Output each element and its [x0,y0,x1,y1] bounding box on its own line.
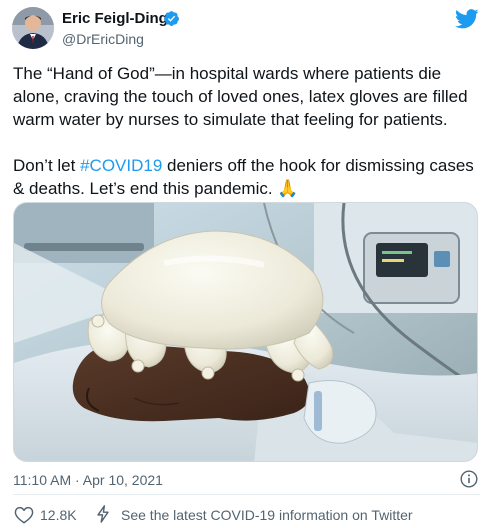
tweet-timestamp[interactable]: 11:10 AM · Apr 10, 2021 [13,472,163,488]
tweet-text: The “Hand of God”—in hospital wards wher… [13,62,483,200]
praying-hands-emoji: 🙏 [277,179,299,198]
author-handle[interactable]: @DrEricDing [62,31,144,47]
heart-icon[interactable] [14,506,34,524]
footer-divider [13,494,480,495]
author-name[interactable]: Eric Feigl-Ding [62,10,168,27]
verified-badge-icon [164,11,179,26]
tweet-paragraph-2: Don’t let #COVID19 deniers off the hook … [13,154,483,200]
author-avatar[interactable] [12,7,54,49]
hashtag-link[interactable]: #COVID19 [80,156,162,175]
info-icon[interactable] [460,470,478,488]
tweet-photo[interactable] [13,202,478,462]
hospital-hand-photo [14,203,477,461]
avatar-image [12,7,54,49]
covid-info-link[interactable]: See the latest COVID-19 information on T… [121,507,413,523]
tweet-text-prefix: Don’t let [13,156,81,175]
lightning-bolt-icon [97,505,109,523]
tweet-card: Eric Feigl-Ding @DrEricDing The “Hand of… [0,0,489,528]
like-count[interactable]: 12.8K [40,507,77,523]
tweet-paragraph-1: The “Hand of God”—in hospital wards wher… [13,64,473,129]
twitter-bird-icon[interactable] [455,9,479,29]
